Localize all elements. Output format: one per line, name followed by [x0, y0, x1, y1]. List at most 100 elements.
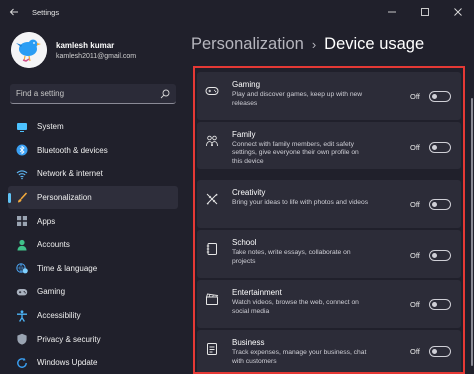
maximize-icon: [420, 8, 429, 16]
bird-avatar-icon: [11, 32, 47, 68]
option-family: Family Connect with family members, edit…: [197, 121, 461, 169]
wifi-icon: [16, 168, 28, 180]
back-arrow-icon: [9, 8, 18, 16]
sidebar-item-label: Network & internet: [37, 169, 103, 179]
monitor-icon: [16, 121, 28, 133]
sidebar-item-label: Privacy & security: [37, 334, 101, 344]
user-email: kamlesh2011@gmail.com: [56, 52, 137, 60]
close-icon: [453, 8, 462, 16]
option-title: Creativity: [232, 188, 266, 197]
sidebar-item-gaming[interactable]: Gaming: [8, 280, 178, 304]
toggle-knob: [432, 349, 437, 354]
sidebar-item-system[interactable]: System: [8, 115, 178, 139]
user-profile[interactable]: kamlesh kumar kamlesh2011@gmail.com: [11, 32, 136, 68]
toggle-state-label: Off: [410, 251, 420, 260]
option-description: Bring your ideas to life with photos and…: [232, 199, 369, 206]
user-name: kamlesh kumar: [56, 40, 115, 50]
scrollbar[interactable]: [471, 70, 473, 370]
option-title: Business: [232, 338, 265, 347]
sidebar-nav: System Bluetooth & devices Network & int…: [8, 115, 178, 374]
option-gaming: Gaming Play and discover games, keep up …: [197, 72, 461, 120]
sidebar-item-label: Gaming: [37, 287, 66, 297]
toggle-knob: [432, 144, 437, 150]
option-description: Watch videos, browse the web, connect on…: [232, 299, 359, 315]
avatar[interactable]: [11, 32, 47, 68]
sidebar-item-accounts[interactable]: Accounts: [8, 233, 178, 257]
sidebar-item-label: Accessibility: [37, 311, 81, 321]
maximize-button[interactable]: [408, 0, 441, 24]
notebook-icon: [206, 243, 217, 255]
window-controls: [375, 0, 474, 24]
pen-ruler-icon: [206, 193, 218, 205]
breadcrumb: Personalization › Device usage: [191, 35, 424, 54]
minimize-icon: [387, 11, 396, 13]
search-box[interactable]: [10, 84, 176, 104]
minimize-button[interactable]: [375, 0, 408, 24]
toggle-state-label: Off: [410, 142, 420, 152]
option-title: Gaming: [232, 80, 261, 89]
option-description: Track expenses, manage your business, ch…: [232, 349, 367, 365]
update-icon: [16, 357, 28, 369]
toggle-state-label: Off: [410, 347, 420, 356]
breadcrumb-parent[interactable]: Personalization: [191, 35, 304, 54]
toggle-state-label: Off: [410, 92, 420, 101]
school-toggle[interactable]: [429, 250, 451, 261]
sidebar-item-label: Bluetooth & devices: [37, 145, 108, 155]
document-list-icon: [207, 343, 217, 355]
toggle-state-label: Off: [410, 300, 420, 309]
family-toggle[interactable]: [429, 141, 451, 153]
sidebar-item-apps[interactable]: Apps: [8, 209, 178, 233]
option-creativity: Creativity Bring your ideas to life with…: [197, 180, 461, 228]
search-input[interactable]: [16, 89, 160, 98]
toggle-state-label: Off: [410, 200, 420, 209]
sidebar-item-network[interactable]: Network & internet: [8, 162, 178, 186]
title-bar: Settings: [0, 0, 474, 24]
sidebar-item-label: Apps: [37, 216, 56, 226]
option-description: Play and discover games, keep up with ne…: [232, 91, 363, 107]
apps-icon: [16, 215, 28, 227]
entertainment-toggle[interactable]: [429, 299, 451, 310]
globe-clock-icon: [16, 262, 28, 274]
gamepad-icon: [16, 286, 28, 298]
sidebar-item-label: Time & language: [37, 263, 98, 273]
device-usage-list: Gaming Play and discover games, keep up …: [193, 66, 465, 374]
back-button[interactable]: [2, 0, 26, 24]
sidebar-item-accessibility[interactable]: Accessibility: [8, 304, 178, 328]
family-icon: [206, 135, 218, 146]
brush-icon: [16, 192, 28, 204]
close-button[interactable]: [441, 0, 474, 24]
sidebar-item-label: System: [37, 122, 64, 132]
toggle-knob: [432, 253, 437, 258]
option-title: Entertainment: [232, 288, 282, 297]
business-toggle[interactable]: [429, 346, 451, 357]
scroll-thumb[interactable]: [471, 98, 473, 366]
sidebar-item-time-language[interactable]: Time & language: [8, 257, 178, 281]
bluetooth-icon: [16, 144, 28, 156]
sidebar-item-personalization[interactable]: Personalization: [8, 185, 178, 210]
option-description: Connect with family members, edit safety…: [232, 140, 359, 165]
search-icon[interactable]: [160, 89, 170, 99]
option-business: Business Track expenses, manage your bus…: [197, 330, 461, 372]
option-entertainment: Entertainment Watch videos, browse the w…: [197, 280, 461, 328]
option-description: Take notes, write essays, collaborate on…: [232, 249, 351, 265]
toggle-knob: [432, 94, 437, 99]
sidebar-item-label: Windows Update: [37, 358, 98, 368]
toggle-knob: [432, 302, 437, 307]
shield-icon: [16, 333, 28, 345]
breadcrumb-separator: ›: [311, 37, 317, 52]
accessibility-icon: [16, 309, 28, 322]
gaming-toggle[interactable]: [429, 91, 451, 102]
sidebar-item-privacy-security[interactable]: Privacy & security: [8, 327, 178, 351]
sidebar-item-bluetooth[interactable]: Bluetooth & devices: [8, 139, 178, 163]
app-title: Settings: [32, 7, 60, 17]
toggle-knob: [432, 202, 437, 207]
controller-icon: [205, 87, 219, 95]
page-title: Device usage: [324, 35, 425, 53]
person-icon: [16, 239, 28, 251]
sidebar-item-windows-update[interactable]: Windows Update: [8, 351, 178, 374]
creativity-toggle[interactable]: [429, 199, 451, 210]
option-title: Family: [232, 129, 256, 139]
option-title: School: [232, 238, 257, 247]
sidebar-item-label: Personalization: [37, 193, 92, 203]
option-school: School Take notes, write essays, collabo…: [197, 230, 461, 278]
